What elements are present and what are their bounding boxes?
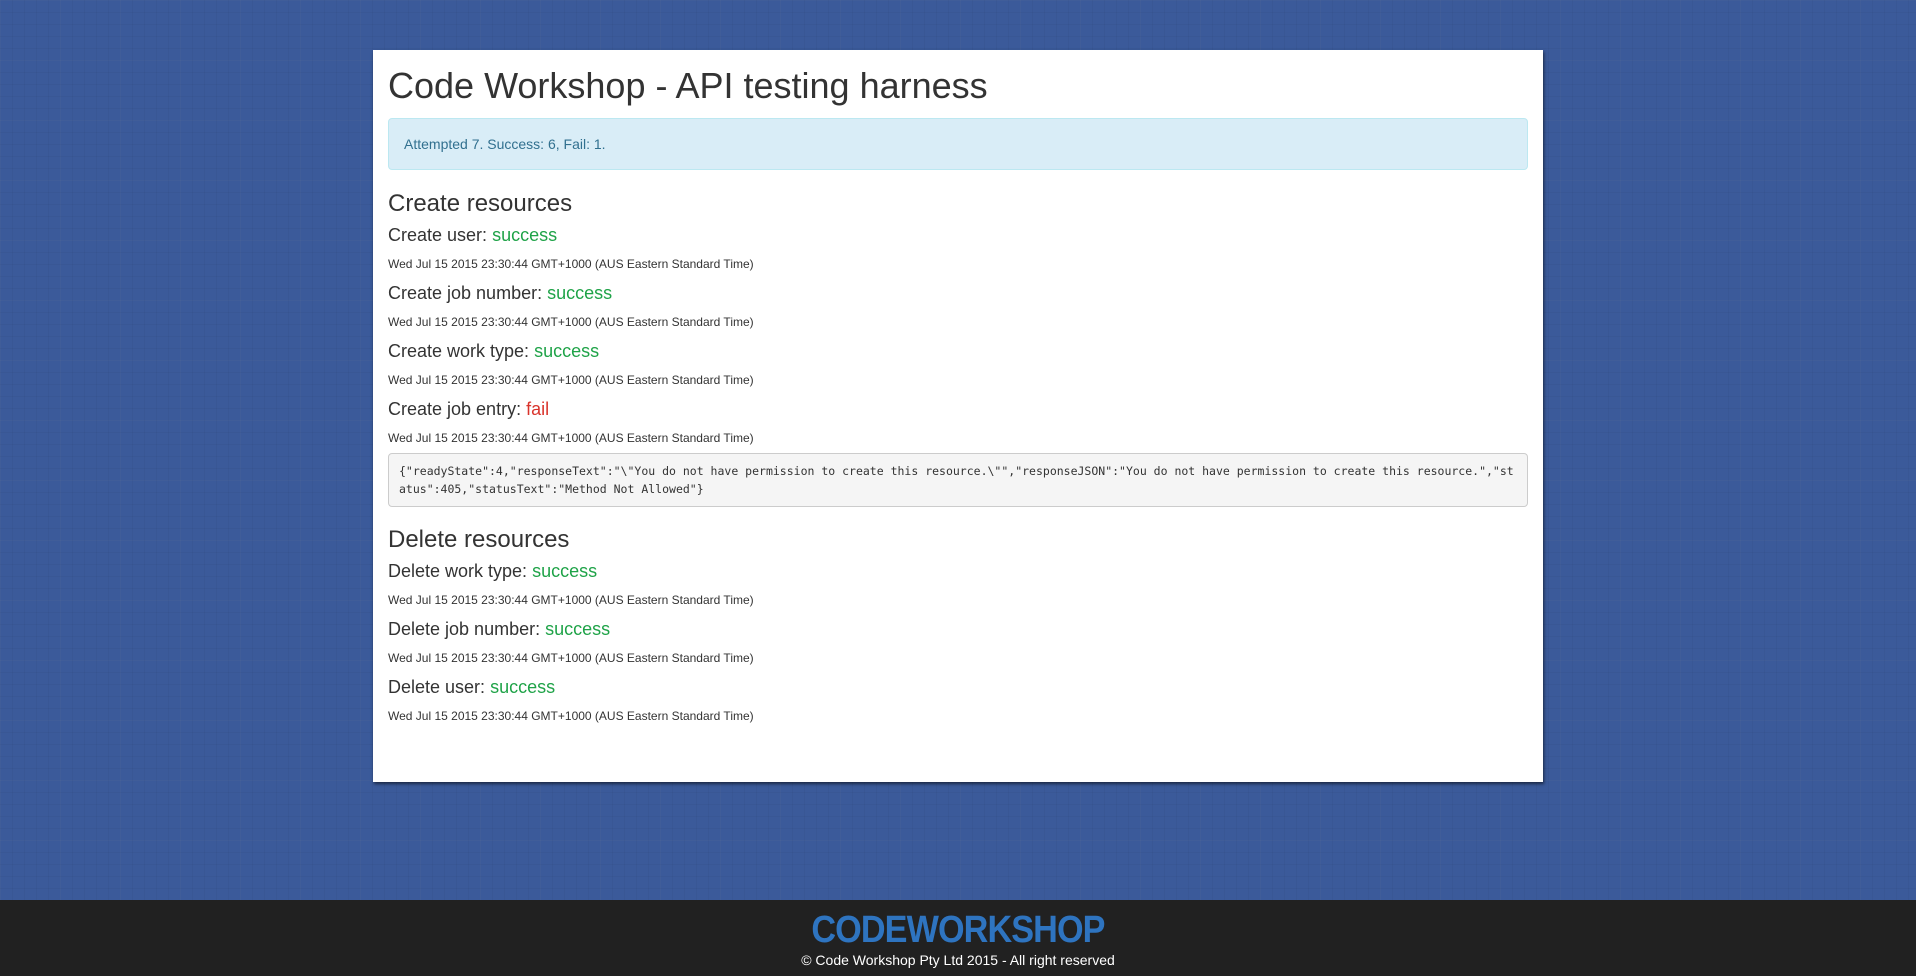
test-timestamp: Wed Jul 15 2015 23:30:44 GMT+1000 (AUS E…: [388, 256, 754, 271]
test-item-create-job-number: Create job number: success Wed Jul 15 20…: [388, 281, 1528, 329]
status-success: success: [532, 560, 598, 581]
error-response-block: {"readyState":4,"responseText":"\"You do…: [388, 452, 1528, 507]
test-timestamp: Wed Jul 15 2015 23:30:44 GMT+1000 (AUS E…: [388, 592, 754, 607]
test-timestamp: Wed Jul 15 2015 23:30:44 GMT+1000 (AUS E…: [388, 372, 754, 387]
main-panel: Code Workshop - API testing harness Atte…: [373, 50, 1543, 782]
footer-copyright: © Code Workshop Pty Ltd 2015 - All right…: [801, 952, 1115, 968]
footer-logo: CODEWORKSHOP: [811, 909, 1105, 951]
page-title: Code Workshop - API testing harness: [388, 65, 988, 106]
test-item-delete-job-number: Delete job number: success Wed Jul 15 20…: [388, 617, 1528, 665]
status-success: success: [534, 340, 600, 361]
section-heading-create: Create resources: [388, 190, 573, 218]
test-label: Create job entry:: [388, 398, 522, 419]
status-success: success: [490, 676, 556, 697]
test-item-create-user: Create user: success Wed Jul 15 2015 23:…: [388, 223, 1528, 271]
test-timestamp: Wed Jul 15 2015 23:30:44 GMT+1000 (AUS E…: [388, 430, 754, 445]
test-label: Delete user:: [388, 676, 486, 697]
test-item-delete-user: Delete user: success Wed Jul 15 2015 23:…: [388, 675, 1528, 723]
test-timestamp: Wed Jul 15 2015 23:30:44 GMT+1000 (AUS E…: [388, 650, 754, 665]
test-label: Create job number:: [388, 282, 543, 303]
test-item-create-work-type: Create work type: success Wed Jul 15 201…: [388, 339, 1528, 387]
test-timestamp: Wed Jul 15 2015 23:30:44 GMT+1000 (AUS E…: [388, 708, 754, 723]
status-success: success: [545, 618, 611, 639]
test-timestamp: Wed Jul 15 2015 23:30:44 GMT+1000 (AUS E…: [388, 314, 754, 329]
test-label: Create user:: [388, 224, 488, 245]
test-label: Create work type:: [388, 340, 530, 361]
test-item-delete-work-type: Delete work type: success Wed Jul 15 201…: [388, 559, 1528, 607]
summary-text: Attempted 7. Success: 6, Fail: 1.: [404, 136, 606, 153]
test-label: Delete job number:: [388, 618, 541, 639]
test-label: Delete work type:: [388, 560, 528, 581]
test-item-create-job-entry: Create job entry: fail Wed Jul 15 2015 2…: [388, 397, 1528, 507]
status-fail: fail: [526, 398, 550, 419]
site-footer: CODEWORKSHOP © Code Workshop Pty Ltd 201…: [0, 900, 1916, 976]
summary-alert: Attempted 7. Success: 6, Fail: 1.: [388, 118, 1528, 171]
status-success: success: [547, 282, 613, 303]
section-heading-delete: Delete resources: [388, 525, 570, 553]
status-success: success: [492, 224, 558, 245]
